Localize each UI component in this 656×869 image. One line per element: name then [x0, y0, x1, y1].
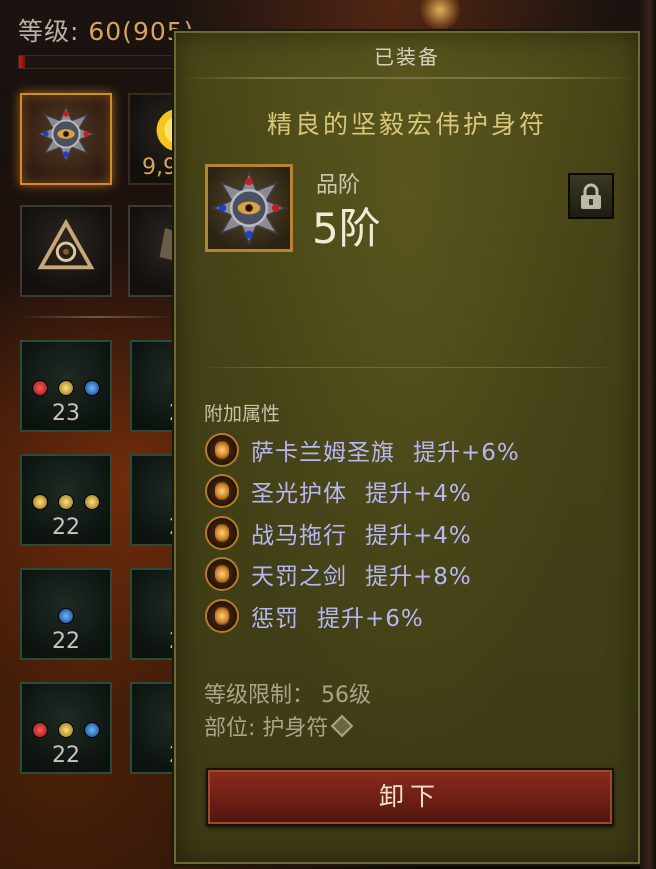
attribute-row: 天罚之剑 提升+8% — [205, 554, 625, 596]
gem-slot[interactable]: 23 — [20, 340, 112, 432]
gem-sockets — [32, 494, 100, 510]
yellow-gem-icon — [58, 380, 74, 396]
character-level: 等级: 60(905) — [18, 12, 194, 48]
gem-count: 22 — [52, 515, 80, 540]
attribute-name: 圣光护体 — [251, 481, 347, 508]
attribute-row: 萨卡兰姆圣旗 提升+6% — [205, 429, 625, 471]
banner-icon — [205, 432, 239, 467]
attribute-row: 圣光护体 提升+4% — [205, 471, 625, 513]
equipped-header: 已装备 — [374, 45, 440, 69]
amulet-slot-icon — [331, 714, 354, 738]
gem-count: 22 — [52, 743, 80, 768]
yellow-gem-icon — [84, 494, 100, 510]
slot-divider — [18, 316, 178, 318]
slot-type: 部位: 护身符 — [204, 710, 354, 742]
amulet-icon — [37, 104, 95, 163]
red-gem-icon — [32, 722, 48, 738]
gem-slot[interactable]: 22 — [20, 568, 112, 660]
gem-count: 23 — [52, 401, 80, 426]
header-divider — [180, 77, 634, 79]
gem-sockets — [58, 608, 74, 624]
gem-slot[interactable]: 22 — [20, 682, 112, 774]
blue-gem-icon — [84, 380, 100, 396]
yellow-gem-icon — [58, 494, 74, 510]
attribute-boost: 提升+6% — [413, 439, 520, 466]
yellow-gem-icon — [32, 494, 48, 510]
right-frame — [640, 0, 656, 869]
gem-sockets — [32, 722, 100, 738]
lock-icon — [581, 183, 601, 209]
top-ornament — [420, 0, 460, 30]
rune-slot[interactable] — [20, 205, 112, 297]
attribute-row: 惩罚 提升+6% — [205, 595, 625, 637]
attribute-name: 萨卡兰姆圣旗 — [251, 439, 395, 466]
xp-bar-fill — [19, 56, 26, 68]
item-tooltip: 已装备 精良的坚毅宏伟护身符 品阶 5阶 附加属性 萨卡兰姆圣旗 提升+6% 圣… — [174, 31, 640, 864]
gem-count: 22 — [52, 629, 80, 654]
attribute-name: 惩罚 — [251, 605, 299, 632]
attribute-list: 萨卡兰姆圣旗 提升+6% 圣光护体 提升+4% 战马拖行 提升+4% 天罚之剑 … — [205, 429, 625, 637]
unequip-button[interactable]: 卸下 — [206, 768, 614, 826]
attributes-title: 附加属性 — [204, 403, 281, 425]
gold-amount: 9,9 — [142, 155, 177, 180]
amulet-slot[interactable] — [20, 93, 112, 185]
gem-slot[interactable]: 22 — [20, 454, 112, 546]
holy-shield-icon — [205, 474, 239, 509]
level-prefix: 等级: — [18, 17, 89, 46]
sword-icon — [205, 557, 239, 592]
attribute-boost: 提升+8% — [365, 564, 472, 591]
slot-type-text: 部位: 护身符 — [204, 716, 329, 741]
attribute-row: 战马拖行 提升+4% — [205, 512, 625, 554]
lock-button[interactable] — [568, 173, 614, 219]
horse-icon — [205, 515, 239, 550]
attribute-boost: 提升+6% — [317, 605, 424, 632]
punish-icon — [205, 598, 239, 633]
attribute-name: 天罚之剑 — [251, 564, 347, 591]
triangle-rune-icon — [37, 218, 95, 269]
yellow-gem-icon — [58, 722, 74, 738]
attribute-boost: 提升+4% — [365, 481, 472, 508]
xp-bar — [18, 55, 180, 69]
blue-gem-icon — [84, 722, 100, 738]
grade-value: 5阶 — [312, 204, 381, 253]
blue-gem-icon — [58, 608, 74, 624]
attribute-name: 战马拖行 — [251, 522, 347, 549]
red-gem-icon — [32, 380, 48, 396]
amulet-icon — [211, 170, 287, 246]
gem-sockets — [32, 380, 100, 396]
game-screen: 等级: 60(905) 9,9 23 22 22 22 已装备 精良的坚毅宏伟护… — [0, 0, 656, 869]
attribute-boost: 提升+4% — [365, 522, 472, 549]
item-name: 精良的坚毅宏伟护身符 — [266, 110, 547, 139]
level-requirement: 等级限制： 56级 — [204, 683, 371, 708]
item-icon-frame — [205, 164, 293, 252]
section-divider — [200, 367, 614, 368]
